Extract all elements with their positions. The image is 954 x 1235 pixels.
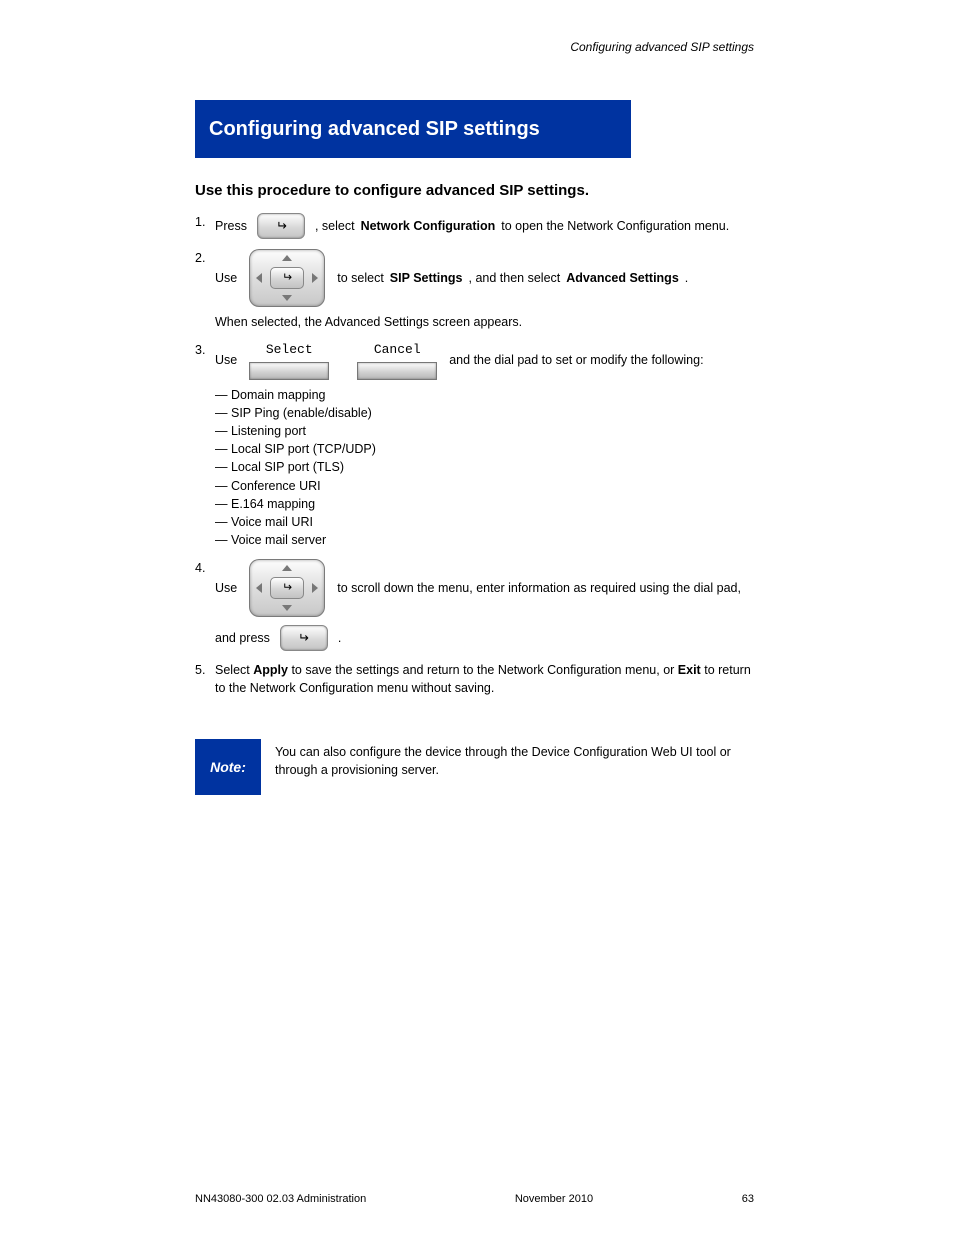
step4b-text-a: and press <box>215 629 270 647</box>
step4b-text-b: . <box>338 629 341 647</box>
step-1: 1. Press ↵ , select Network Configuratio… <box>195 213 760 239</box>
step1-text-d: to open the Network Configuration menu. <box>501 217 729 235</box>
step2-advanced-settings: Advanced Settings <box>566 269 679 287</box>
step1-text-a: Press <box>215 217 247 235</box>
field-item: — Voice mail URI <box>215 513 760 531</box>
select-softkey-label: Select <box>266 341 313 360</box>
step2-text-d: , and then select <box>469 269 561 287</box>
step5-exit: Exit <box>678 663 701 677</box>
navigation-pad-icon: ↵ <box>249 559 325 617</box>
step-4: 4. Use ↵ to scroll down the menu, enter … <box>195 559 760 651</box>
field-item: — Listening port <box>215 422 760 440</box>
select-softkey-icon: Select <box>249 341 329 380</box>
step-number: 2. <box>195 249 215 267</box>
step5-text-c: to save the settings and return to the N… <box>291 663 674 677</box>
field-item: — Domain mapping <box>215 386 760 404</box>
step4-text-a: Use <box>215 579 237 597</box>
field-item: — Voice mail server <box>215 531 760 549</box>
step-number: 4. <box>195 559 215 577</box>
step2-text-a: Use <box>215 269 237 287</box>
note-block: Note: You can also configure the device … <box>195 739 760 795</box>
step5-text-a: Select <box>215 663 250 677</box>
step-number: 3. <box>195 341 215 359</box>
footer-left: NN43080-300 02.03 Administration <box>195 1193 366 1205</box>
section-title-text: Configuring advanced SIP settings <box>195 118 540 141</box>
step1-menu-name: Network Configuration <box>361 217 496 235</box>
note-badge: Note: <box>195 739 261 795</box>
page-header: Configuring advanced SIP settings <box>570 40 754 54</box>
step-2: 2. Use ↵ to select SIP Settings , and th… <box>195 249 760 331</box>
field-item: — Local SIP port (TCP/UDP) <box>215 440 760 458</box>
softkey-group-icon: Select Cancel <box>249 341 437 380</box>
step-5: 5. Select Apply to save the settings and… <box>195 661 760 697</box>
page-footer: NN43080-300 02.03 Administration Novembe… <box>0 1193 954 1205</box>
step2-sip-settings: SIP Settings <box>390 269 463 287</box>
step1-text-b: , select <box>315 217 355 235</box>
enter-key-icon: ↵ <box>280 625 328 651</box>
section-title-bar: Configuring advanced SIP settings <box>195 100 631 158</box>
step3-text-b: and the dial pad to set or modify the fo… <box>449 351 703 369</box>
step4-text-b: to scroll down the menu, enter informati… <box>337 579 741 597</box>
step-number: 5. <box>195 661 215 679</box>
footer-page: 63 <box>742 1193 754 1205</box>
step2-text-f: . <box>685 269 688 287</box>
step-3: 3. Use Select Cancel and the dia <box>195 341 760 549</box>
intro-text: Use this procedure to configure advanced… <box>195 182 760 199</box>
step2-result: When selected, the Advanced Settings scr… <box>215 313 760 331</box>
field-item: — Local SIP port (TLS) <box>215 458 760 476</box>
step-number: 1. <box>195 213 215 231</box>
footer-right: November 2010 <box>515 1193 593 1205</box>
navigation-pad-icon: ↵ <box>249 249 325 307</box>
enter-key-icon: ↵ <box>257 213 305 239</box>
step2-text-b: to select <box>337 269 384 287</box>
field-item: — SIP Ping (enable/disable) <box>215 404 760 422</box>
step5-apply: Apply <box>253 663 288 677</box>
cancel-softkey-icon: Cancel <box>357 341 437 380</box>
field-item: — E.164 mapping <box>215 495 760 513</box>
cancel-softkey-label: Cancel <box>374 341 421 360</box>
note-text: You can also configure the device throug… <box>275 739 760 779</box>
step3-text-a: Use <box>215 351 237 369</box>
field-item: — Conference URI <box>215 477 760 495</box>
